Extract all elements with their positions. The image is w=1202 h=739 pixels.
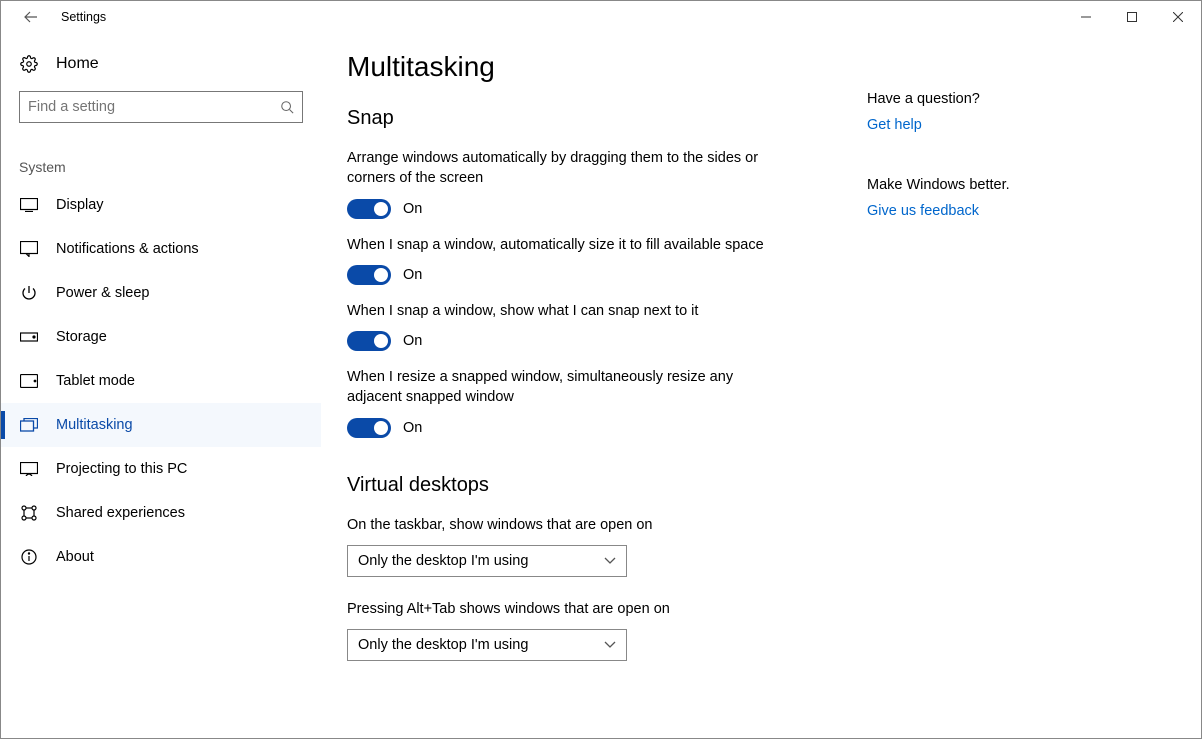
chevron-down-icon	[604, 641, 616, 649]
nav-display[interactable]: Display	[1, 183, 321, 227]
setting-label: Arrange windows automatically by draggin…	[347, 148, 787, 189]
power-icon	[19, 285, 39, 301]
setting-label: When I resize a snapped window, simultan…	[347, 367, 787, 408]
nav-label: Projecting to this PC	[56, 461, 187, 477]
setting-label: On the taskbar, show windows that are op…	[347, 515, 787, 535]
right-rail: Have a question? Get help Make Windows b…	[867, 51, 1117, 738]
nav-shared[interactable]: Shared experiences	[1, 491, 321, 535]
setting-label: When I snap a window, automatically size…	[347, 235, 787, 255]
nav-power[interactable]: Power & sleep	[1, 271, 321, 315]
chevron-down-icon	[604, 557, 616, 565]
setting-label: Pressing Alt+Tab shows windows that are …	[347, 599, 787, 619]
shared-icon	[19, 505, 39, 521]
close-button[interactable]	[1155, 1, 1201, 33]
toggle-state: On	[403, 420, 422, 436]
back-button[interactable]	[11, 1, 51, 33]
setting-vd-taskbar: On the taskbar, show windows that are op…	[347, 515, 867, 577]
page-title: Multitasking	[347, 51, 867, 83]
search-input[interactable]	[19, 91, 303, 123]
nav-label: Storage	[56, 329, 107, 345]
tablet-icon	[19, 374, 39, 388]
dropdown-vd-taskbar[interactable]: Only the desktop I'm using	[347, 545, 627, 577]
window-title: Settings	[51, 10, 106, 24]
sidebar-section-label: System	[1, 139, 321, 183]
info-icon	[19, 549, 39, 565]
toggle-state: On	[403, 267, 422, 283]
toggle-snap-fill[interactable]	[347, 265, 391, 285]
nav-label: Power & sleep	[56, 285, 150, 301]
nav-label: Shared experiences	[56, 505, 185, 521]
setting-vd-alttab: Pressing Alt+Tab shows windows that are …	[347, 599, 867, 661]
nav-label: Display	[56, 197, 104, 213]
nav-tablet[interactable]: Tablet mode	[1, 359, 321, 403]
setting-snap-arrange: Arrange windows automatically by draggin…	[347, 148, 867, 219]
notifications-icon	[19, 241, 39, 257]
gear-icon	[19, 55, 39, 73]
search-field[interactable]	[28, 99, 280, 115]
nav-label: Tablet mode	[56, 373, 135, 389]
toggle-state: On	[403, 333, 422, 349]
nav-storage[interactable]: Storage	[1, 315, 321, 359]
setting-label: When I snap a window, show what I can sn…	[347, 301, 787, 321]
dropdown-value: Only the desktop I'm using	[358, 553, 528, 569]
nav-multitasking[interactable]: Multitasking	[1, 403, 321, 447]
home-label: Home	[56, 55, 99, 73]
toggle-state: On	[403, 201, 422, 217]
titlebar: Settings	[1, 1, 1201, 33]
minimize-button[interactable]	[1063, 1, 1109, 33]
feedback-link[interactable]: Give us feedback	[867, 203, 1117, 219]
get-help-link[interactable]: Get help	[867, 117, 1117, 133]
setting-snap-resize: When I resize a snapped window, simultan…	[347, 367, 867, 438]
storage-icon	[19, 331, 39, 343]
main-pane: Multitasking Snap Arrange windows automa…	[321, 33, 1201, 738]
toggle-snap-suggest[interactable]	[347, 331, 391, 351]
nav-label: Multitasking	[56, 417, 133, 433]
search-icon	[280, 100, 294, 114]
setting-snap-fill: When I snap a window, automatically size…	[347, 235, 867, 285]
nav-about[interactable]: About	[1, 535, 321, 579]
maximize-button[interactable]	[1109, 1, 1155, 33]
toggle-snap-arrange[interactable]	[347, 199, 391, 219]
setting-snap-suggest: When I snap a window, show what I can sn…	[347, 301, 867, 351]
nav-projecting[interactable]: Projecting to this PC	[1, 447, 321, 491]
sidebar: Home System Display Notifications & acti…	[1, 33, 321, 738]
rail-question-2: Make Windows better.	[867, 177, 1117, 193]
window-controls	[1063, 1, 1201, 33]
dropdown-vd-alttab[interactable]: Only the desktop I'm using	[347, 629, 627, 661]
projecting-icon	[19, 462, 39, 476]
dropdown-value: Only the desktop I'm using	[358, 637, 528, 653]
nav-label: Notifications & actions	[56, 241, 199, 257]
multitasking-icon	[19, 418, 39, 432]
display-icon	[19, 198, 39, 212]
section-snap: Snap	[347, 107, 867, 130]
toggle-snap-resize[interactable]	[347, 418, 391, 438]
rail-question-1: Have a question?	[867, 91, 1117, 107]
home-row[interactable]: Home	[1, 45, 321, 83]
section-vd: Virtual desktops	[347, 474, 867, 497]
nav-label: About	[56, 549, 94, 565]
nav-notifications[interactable]: Notifications & actions	[1, 227, 321, 271]
